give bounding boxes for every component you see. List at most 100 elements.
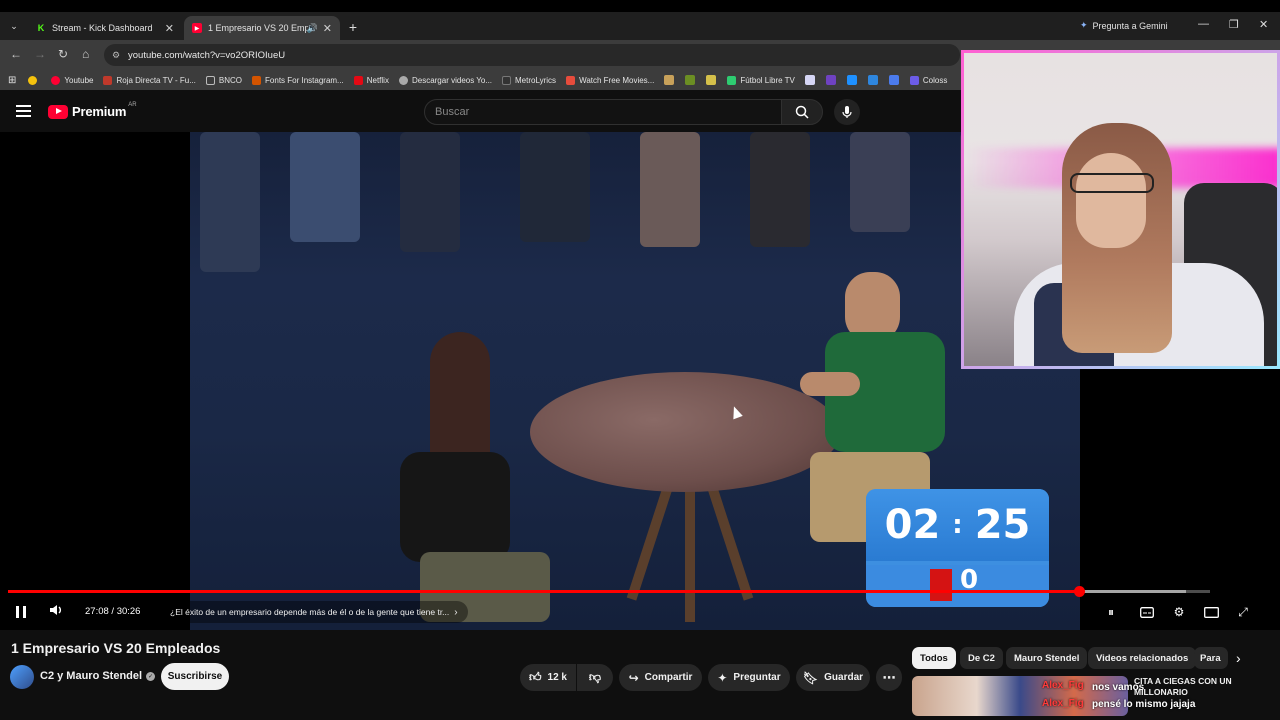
menu-icon[interactable] (16, 105, 31, 117)
browser-tab-strip: ⌄ K Stream - Kick Dashboard ✕ ▶ 1 Empres… (0, 0, 1280, 40)
woman-seated (390, 332, 550, 622)
glasses (1070, 173, 1154, 193)
bookmark-metrolyrics[interactable]: MetroLyrics (502, 75, 557, 85)
voice-search-button[interactable] (834, 99, 860, 125)
dislike-button[interactable]: 👎︎ (577, 664, 613, 691)
bookmark-icon-8[interactable] (888, 75, 899, 85)
filter-chip-mauro-stendel[interactable]: Mauro Stendel (1006, 647, 1088, 669)
tab-kick-dashboard[interactable]: K Stream - Kick Dashboard ✕ (28, 16, 182, 40)
timer-red-bar (930, 569, 952, 601)
bookmark-coloss[interactable]: Coloss (909, 75, 947, 85)
audience-member (750, 132, 810, 247)
chevron-right-icon[interactable]: › (1236, 650, 1241, 666)
channel-name-text: C2 y Mauro Stendel (40, 670, 143, 682)
search-button[interactable] (781, 99, 823, 125)
progress-bar[interactable] (8, 586, 1210, 597)
bookmark-icon-5[interactable] (825, 75, 836, 85)
gemini-icon: ✦ (1080, 20, 1088, 30)
bookmark-icon-1[interactable] (664, 75, 675, 85)
progress-scrubber[interactable] (1073, 586, 1085, 597)
bookmark-watch-free[interactable]: Watch Free Movies... (566, 75, 654, 85)
close-icon[interactable]: ✕ (165, 22, 174, 35)
bookmark-icon-4[interactable] (804, 75, 815, 85)
table-leg (626, 483, 674, 601)
bookmark-descargar[interactable]: Descargar videos Yo... (398, 75, 493, 85)
speaker-icon[interactable]: 🔊 (307, 23, 318, 34)
timer-minutes: 02 (884, 502, 941, 548)
metrolyrics-icon (502, 75, 512, 85)
audience-member (520, 132, 590, 242)
bookmark-icon-3[interactable] (706, 75, 717, 85)
search-input[interactable]: Buscar (424, 99, 782, 125)
subscribe-button[interactable]: Suscribirse (161, 663, 229, 690)
thumbs-up-icon: 👍︎ (528, 670, 542, 684)
volume-icon[interactable] (48, 602, 64, 623)
pause-icon[interactable] (16, 606, 26, 618)
gemini-button[interactable]: ✦ Pregunta a Gemini (1080, 20, 1168, 31)
timer-colon: : (952, 510, 963, 540)
chapter-title-button[interactable]: ¿El éxito de un empresario depende más d… (160, 601, 468, 623)
more-actions-button[interactable]: ⋯ (876, 664, 902, 691)
save-label: Guardar (824, 672, 864, 683)
bookmark-roja-directa[interactable]: Roja Directa TV - Fu... (103, 75, 196, 85)
bookmark-label: Fonts For Instagram... (265, 75, 344, 85)
like-button[interactable]: 👍︎ 12 k (520, 664, 576, 691)
settings-gear-icon[interactable]: ⚙ (1171, 604, 1187, 620)
youtube-premium-logo[interactable]: Premium AR (48, 102, 137, 119)
chat-username: Alex_Fig (1042, 698, 1084, 709)
filter-chip-para[interactable]: Para (1194, 647, 1228, 669)
back-icon[interactable]: ← (10, 47, 22, 61)
futbol-icon (727, 75, 737, 85)
tab-label: Stream - Kick Dashboard (52, 23, 153, 33)
apps-icon[interactable]: ⊞ (8, 75, 16, 86)
bookmark-label: MetroLyrics (515, 75, 557, 85)
channel-avatar[interactable] (10, 665, 34, 689)
bookmark-label: Descargar videos Yo... (411, 75, 493, 85)
gemini-label: Pregunta a Gemini (1092, 20, 1168, 31)
kick-icon: K (37, 23, 45, 33)
theater-mode-icon[interactable] (1203, 604, 1219, 620)
webcam-overlay (961, 50, 1280, 369)
close-icon[interactable]: ✕ (323, 22, 332, 35)
new-tab-button[interactable]: + (344, 18, 362, 36)
folder-icon (205, 75, 215, 85)
recommendation-title[interactable]: CITA A CIEGAS CON UN MILLONARIO (1134, 676, 1254, 698)
subtitles-icon[interactable] (1139, 604, 1155, 620)
site-info-icon[interactable]: ⚙ (112, 50, 120, 61)
sparkle-icon: ✦ (717, 670, 728, 685)
bookmark-futbol-libre[interactable]: Fútbol Libre TV (727, 75, 795, 85)
bookmark-youtube[interactable]: Youtube (51, 75, 93, 85)
save-button[interactable]: 🔖︎ Guardar (796, 664, 870, 691)
minimize-button[interactable]: — (1198, 18, 1209, 30)
bookmark-icon-7[interactable] (867, 75, 878, 85)
bookmark-bnco[interactable]: BNCO (205, 75, 242, 85)
ask-button[interactable]: ✦ Preguntar (708, 664, 790, 691)
bookmark-fonts[interactable]: Fonts For Instagram... (252, 75, 344, 85)
home-icon[interactable]: ⌂ (82, 47, 89, 61)
bookmark-label: Fútbol Libre TV (740, 75, 795, 85)
forward-icon[interactable]: → (34, 47, 46, 61)
bookmark-icon-6[interactable] (846, 75, 857, 85)
tab-list-button[interactable]: ⌄ (6, 18, 22, 34)
coloss-icon (909, 75, 919, 85)
bookmark-icon-2[interactable] (685, 75, 696, 85)
time-display: 27:08 / 30:26 (85, 606, 141, 617)
address-bar[interactable]: ⚙ youtube.com/watch?v=vo2ORIOIueU (104, 44, 960, 66)
share-button[interactable]: ↪ Compartir (619, 664, 702, 691)
reload-icon[interactable]: ↻ (58, 47, 68, 61)
restore-button[interactable]: ❐ (1229, 18, 1239, 31)
filter-chip-todos[interactable]: Todos (912, 647, 956, 669)
url-text: youtube.com/watch?v=vo2ORIOIueU (128, 49, 286, 61)
bookmark-netflix[interactable]: Netflix (353, 75, 389, 85)
fullscreen-icon[interactable]: ⤢ (1235, 604, 1251, 620)
filter-chip-videos-relacionados[interactable]: Videos relacionados (1088, 647, 1197, 669)
tab-youtube-video[interactable]: ▶ 1 Empresario VS 20 Emplea 🔊 ✕ (184, 16, 340, 40)
filter-chip-de-c2[interactable]: De C2 (960, 647, 1003, 669)
netflix-icon (353, 75, 363, 85)
streamer-face (1076, 153, 1146, 248)
autoplay-toggle-icon[interactable]: ⏸ (1103, 604, 1119, 620)
channel-name[interactable]: C2 y Mauro Stendel ✓ (40, 670, 156, 682)
progress-played (8, 590, 1079, 593)
window-close-button[interactable]: ✕ (1259, 18, 1268, 31)
bookmark-emoji[interactable] (28, 75, 41, 85)
